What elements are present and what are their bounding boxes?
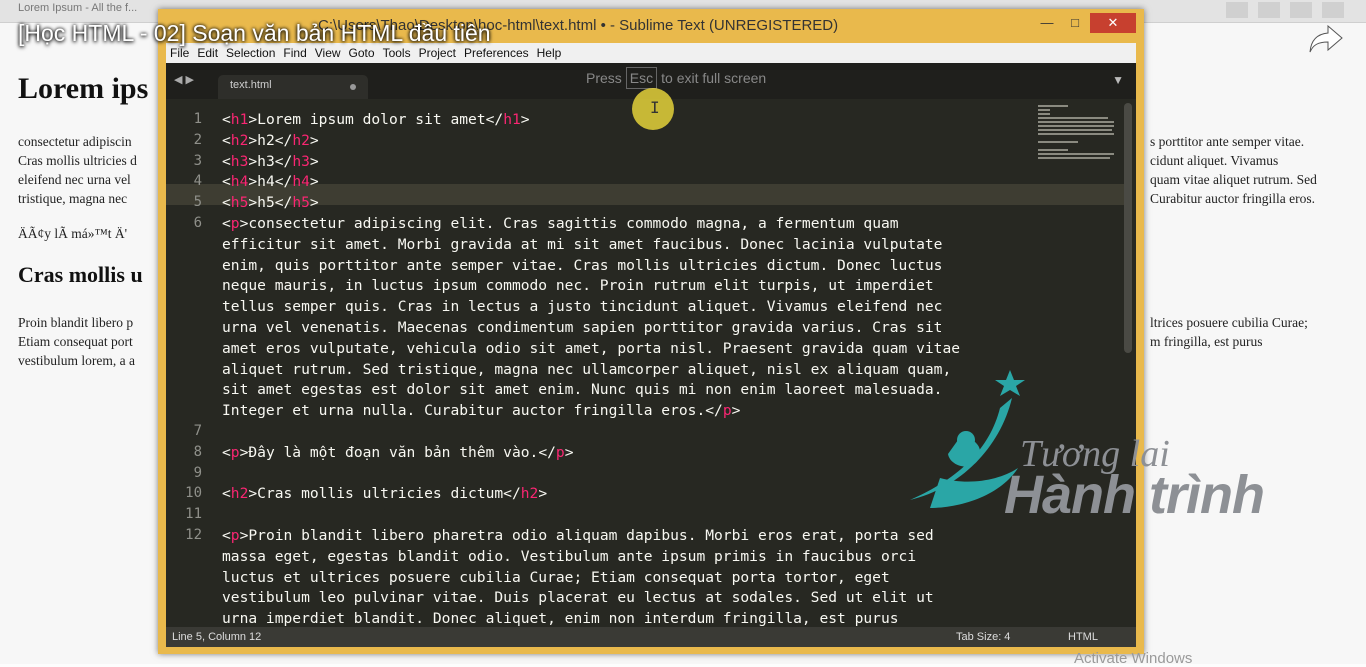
code-line[interactable]: sit amet egestas est dolor sit amet enim… xyxy=(222,381,942,398)
page-paragraph-left-2: Proin blandit libero p Etiam consequat p… xyxy=(18,315,135,368)
code-line[interactable]: <h1>Lorem ipsum dolor sit amet</h1> xyxy=(222,111,530,128)
code-line[interactable]: massa eget, egestas blandit odio. Vestib… xyxy=(222,548,916,565)
code-line[interactable]: enim, quis porttitor ante semper vitae. … xyxy=(222,257,942,274)
code-line[interactable]: <p>Proin blandit libero pharetra odio al… xyxy=(222,527,934,544)
logo-line2: Hành trình xyxy=(1004,465,1265,525)
unsaved-dot-icon[interactable] xyxy=(350,84,356,90)
line-number-gutter: 1 2 3 4 5 6 7 8 9 10 11 12 xyxy=(166,99,210,627)
line-number: 8 xyxy=(193,443,202,460)
browser-tab[interactable]: Lorem Ipsum - All the f... xyxy=(18,2,137,14)
share-icon[interactable] xyxy=(1308,22,1344,54)
line-number: 9 xyxy=(193,464,202,481)
page-paragraph-right-2: ltrices posuere cubilia Curae; m fringil… xyxy=(1150,315,1308,349)
tab-nav-arrows-icon[interactable]: ◀ ▶ xyxy=(174,73,194,86)
code-line[interactable]: luctus et ultrices posuere cubilia Curae… xyxy=(222,569,890,586)
code-line[interactable]: <h4>h4</h4> xyxy=(222,173,319,190)
status-tab-size[interactable]: Tab Size: 4 xyxy=(956,631,1010,643)
code-line[interactable]: amet eros vulputate, vehicula odio sit a… xyxy=(222,340,960,357)
code-line[interactable]: <h2>Cras mollis ultricies dictum</h2> xyxy=(222,485,547,502)
code-line[interactable]: Integer et urna nulla. Curabitur auctor … xyxy=(222,402,740,419)
video-title[interactable]: [Học HTML - 02] Soạn văn bản HTML đầu ti… xyxy=(18,20,491,47)
code-line[interactable]: tellus semper quis. Cras in lectus a jus… xyxy=(222,298,942,315)
page-paragraph-right: s porttitor ante semper vitae. cidunt al… xyxy=(1150,134,1317,206)
line-number: 12 xyxy=(185,527,202,543)
status-bar: Line 5, Column 12 Tab Size: 4 HTML xyxy=(166,627,1136,647)
code-line[interactable]: neque mauris, in luctus ipsum commodo ne… xyxy=(222,277,934,294)
tab-text-html[interactable]: text.html xyxy=(218,75,368,99)
activate-windows-watermark: Activate Windows xyxy=(1074,650,1193,667)
line-number: 10 xyxy=(185,485,202,502)
page-subheading: Cras mollis u xyxy=(18,262,143,287)
text-cursor-icon: I xyxy=(650,98,660,117)
browser-user-button[interactable] xyxy=(1226,2,1248,18)
line-number: 7 xyxy=(193,423,202,439)
close-button[interactable]: ✕ xyxy=(1090,13,1136,33)
page-heading: Lorem ips xyxy=(18,72,149,105)
line-number: 3 xyxy=(193,152,202,169)
code-line[interactable]: <p>consectetur adipiscing elit. Cras sag… xyxy=(222,215,899,232)
code-line[interactable]: urna imperdiet blandit. Donec aliquet, e… xyxy=(222,610,899,627)
line-number: 5 xyxy=(193,194,202,211)
line-number: 6 xyxy=(193,215,202,231)
minimap[interactable] xyxy=(1034,103,1116,163)
tab-menu-chevron-down-icon[interactable]: ▼ xyxy=(1112,73,1124,87)
code-line[interactable]: <h2>h2</h2> xyxy=(222,132,319,149)
fullscreen-hint: Press Esc to exit full screen xyxy=(586,67,826,95)
code-editor[interactable]: 1 2 3 4 5 6 7 8 9 10 11 12 <h1>Lorem ipsum dolor si… xyxy=(166,99,1136,627)
code-line[interactable]: <h3>h3</h3> xyxy=(222,153,319,170)
line-number: 11 xyxy=(185,506,202,523)
line-number: 2 xyxy=(193,131,202,148)
code-line[interactable]: vestibulum leo pulvinar vitae. Duis plac… xyxy=(222,589,934,606)
code-line[interactable]: efficitur sit amet. Morbi gravida at mi … xyxy=(222,236,942,253)
minimize-button[interactable]: — xyxy=(1034,13,1060,33)
page-paragraph-left: consectetur adipiscin Cras mollis ultric… xyxy=(18,134,137,206)
line-number: 1 xyxy=(193,111,202,127)
browser-close-button[interactable] xyxy=(1322,2,1344,18)
browser-minimize-button[interactable] xyxy=(1258,2,1280,18)
channel-logo: Tương lai Hành trình xyxy=(900,368,1340,538)
vertical-scrollbar[interactable] xyxy=(1124,103,1132,353)
browser-maximize-button[interactable] xyxy=(1290,2,1312,18)
status-cursor-position[interactable]: Line 5, Column 12 xyxy=(172,631,261,643)
esc-key: Esc xyxy=(625,67,658,89)
code-line[interactable]: urna vel venenatis. Maecenas condimentum… xyxy=(222,319,942,336)
menu-help[interactable]: Help xyxy=(533,43,566,63)
code-line[interactable]: <p>Đây là một đoạn văn bản thêm vào.</p> xyxy=(222,444,574,461)
page-paragraph-garbled: ÄÃ¢y lÃ má»™t Ä' xyxy=(18,226,128,241)
maximize-button[interactable]: □ xyxy=(1062,13,1088,33)
code-line[interactable]: <h5>h5</h5> xyxy=(222,194,319,211)
line-number: 4 xyxy=(193,173,202,190)
tab-label: text.html xyxy=(230,79,272,91)
code-line[interactable]: aliquet rutrum. Sed tristique, magna nec… xyxy=(222,361,951,378)
status-syntax[interactable]: HTML xyxy=(1068,631,1098,643)
